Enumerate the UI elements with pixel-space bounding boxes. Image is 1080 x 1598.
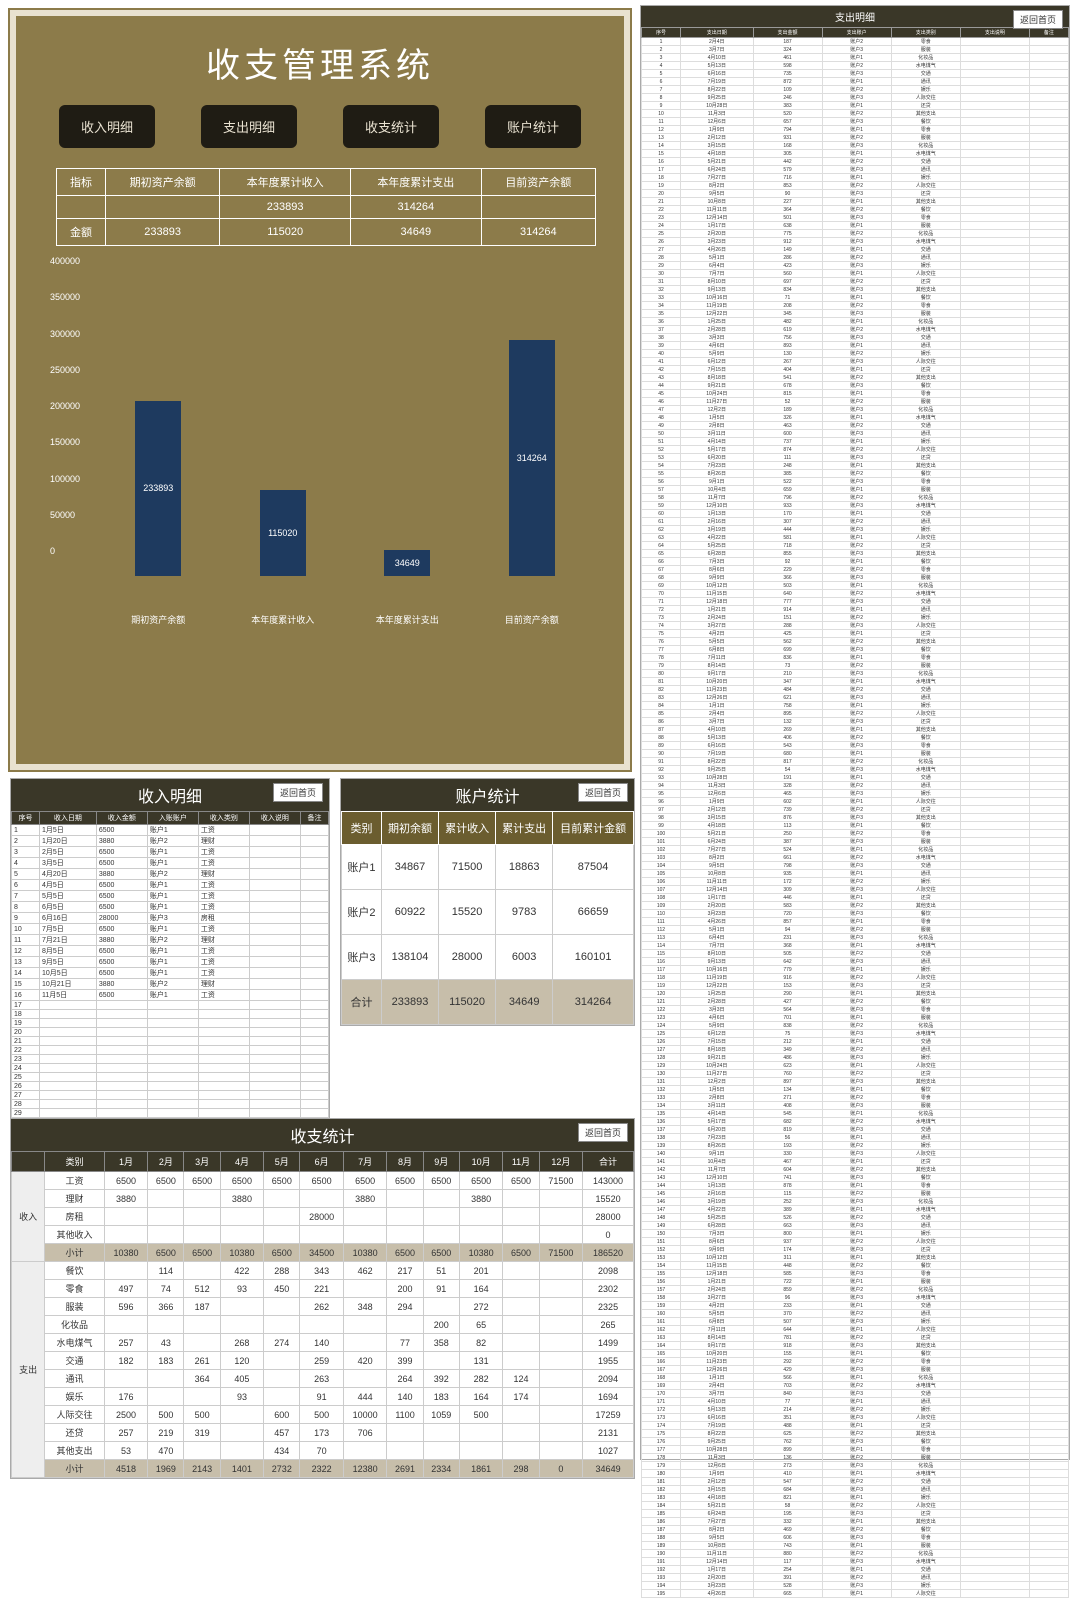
detail-back-button[interactable]: 返回首页 [1013, 10, 1063, 29]
nav-expense[interactable]: 支出明细 [201, 105, 297, 148]
dashboard-panel: 收支管理系统 收入明细 支出明细 收支统计 账户统计 指标期初资产余额本年度累计… [10, 10, 630, 770]
account-stats-panel: 账户统计 返回首页 类别期初余额累计收入累计支出目前累计金额账户13486771… [340, 778, 635, 1026]
stats-back-button[interactable]: 返回首页 [578, 1123, 628, 1142]
stats-title: 收支统计 [290, 1129, 354, 1146]
income-detail-panel: 收入明细 返回首页 序号收入日期收入金额入账账户收入类别收入说明备注11月5日6… [10, 778, 330, 1128]
nav-stats[interactable]: 收支统计 [343, 105, 439, 148]
nav-account[interactable]: 账户统计 [485, 105, 581, 148]
expense-detail-panel: 支出明细 返回首页 序号支出日期支出金额支出账户支出类别支出说明备注12月4日1… [640, 5, 1070, 1460]
income-title: 收入明细 [138, 789, 202, 806]
summary-table: 指标期初资产余额本年度累计收入本年度累计支出目前资产余额233893314264… [56, 168, 596, 246]
account-title: 账户统计 [455, 789, 519, 806]
stats-panel: 收支统计 返回首页 类别1月2月3月4月5月6月7月8月9月10月11月12月合… [10, 1118, 635, 1479]
account-table: 类别期初余额累计收入累计支出目前累计金额账户134867715001886387… [341, 811, 634, 1025]
account-back-button[interactable]: 返回首页 [578, 783, 628, 802]
page-title: 收支管理系统 [16, 38, 624, 87]
income-table: 序号收入日期收入金额入账账户收入类别收入说明备注11月5日6500账户1工资21… [11, 811, 329, 1127]
detail-table: 序号支出日期支出金额支出账户支出类别支出说明备注12月4日187账户2零食23月… [641, 27, 1069, 1598]
detail-title: 支出明细 [835, 13, 875, 24]
stats-table: 类别1月2月3月4月5月6月7月8月9月10月11月12月合计收入工资65006… [11, 1151, 634, 1478]
nav-buttons: 收入明细 支出明细 收支统计 账户统计 [16, 105, 624, 148]
nav-income[interactable]: 收入明细 [59, 105, 155, 148]
income-back-button[interactable]: 返回首页 [273, 783, 323, 802]
summary-chart: 4000003500003000002500002000001500001000… [46, 256, 594, 626]
